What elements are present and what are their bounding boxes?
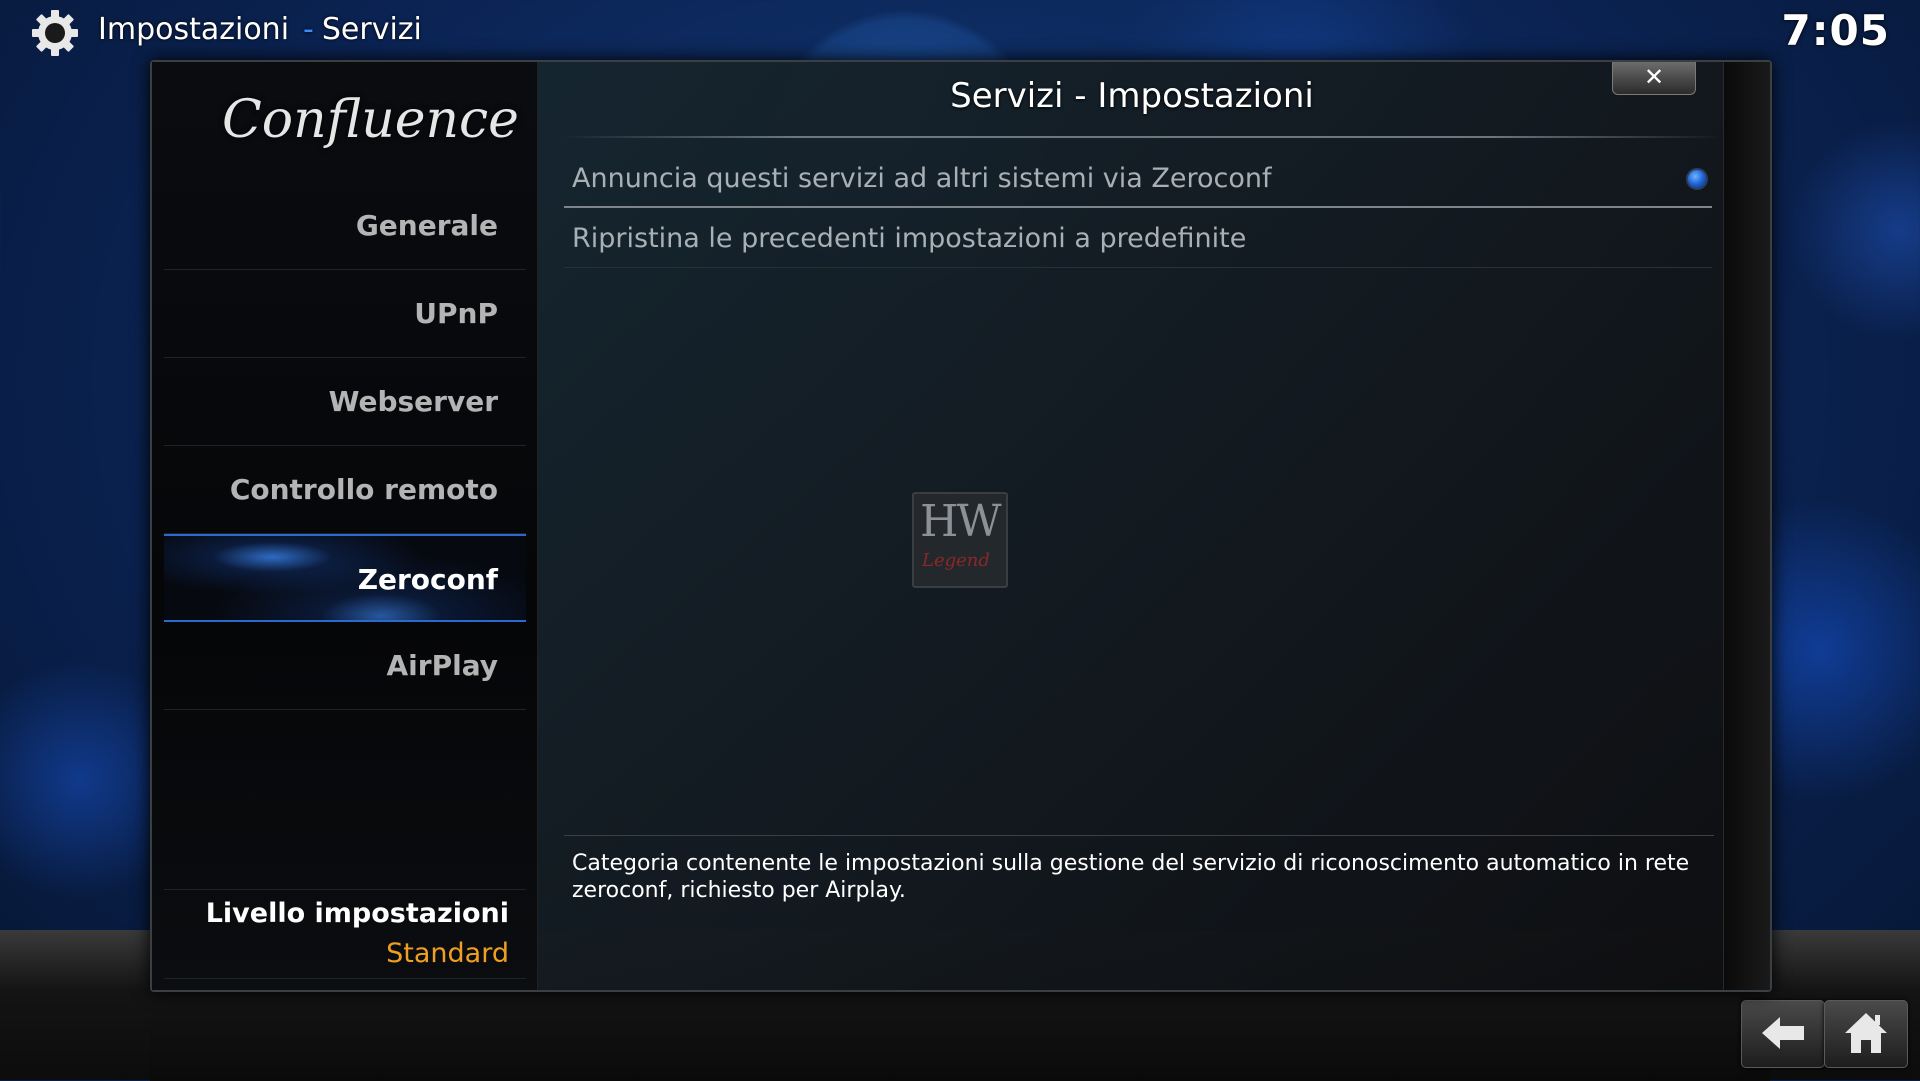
clock: 7:05: [1781, 6, 1890, 55]
back-button[interactable]: [1741, 1000, 1825, 1068]
breadcrumb-page: Servizi: [321, 12, 422, 47]
settings-level-value[interactable]: Standard: [386, 938, 509, 969]
sidebar-item-generale[interactable]: Generale: [164, 182, 526, 270]
setting-label: Annuncia questi servizi ad altri sistemi…: [572, 163, 1272, 194]
breadcrumb-section: Impostazioni: [98, 12, 290, 47]
settings-dialog: Confluence Generale UPnP Webserver Contr…: [150, 60, 1772, 992]
sidebar: Confluence Generale UPnP Webserver Contr…: [152, 62, 538, 990]
watermark-hw-text: HW: [920, 496, 1002, 547]
back-arrow-icon: [1762, 1017, 1804, 1049]
sidebar-item-webserver[interactable]: Webserver: [164, 358, 526, 446]
sidebar-item-airplay[interactable]: AirPlay: [164, 622, 526, 710]
watermark-legend-text: Legend: [922, 550, 990, 571]
setting-label: Ripristina le precedenti impostazioni a …: [572, 223, 1247, 254]
home-button[interactable]: [1824, 1000, 1908, 1068]
bottom-panel: [150, 990, 1770, 1081]
gear-icon: [32, 10, 78, 56]
sidebar-item-controllo-remoto[interactable]: Controllo remoto: [164, 446, 526, 534]
setting-reset-defaults[interactable]: Ripristina le precedenti impostazioni a …: [564, 210, 1712, 268]
setting-description: Categoria contenente le impostazioni sul…: [572, 851, 1690, 903]
sidebar-item-upnp[interactable]: UPnP: [164, 270, 526, 358]
home-icon: [1845, 1013, 1887, 1053]
radio-on-icon[interactable]: [1686, 168, 1708, 190]
divider: [164, 889, 526, 890]
description-divider: [564, 835, 1714, 836]
divider: [164, 978, 526, 979]
settings-level-label[interactable]: Livello impostazioni: [206, 898, 509, 929]
confluence-logo: Confluence: [222, 90, 519, 150]
setting-zeroconf-announce[interactable]: Annuncia questi servizi ad altri sistemi…: [564, 150, 1712, 208]
dialog-title: Servizi - Impostazioni: [950, 76, 1314, 116]
breadcrumb: Impostazioni - Servizi: [98, 10, 422, 50]
title-divider: [562, 136, 1722, 138]
dialog-edge: [1723, 62, 1770, 990]
breadcrumb-separator: -: [303, 12, 314, 47]
hwlegend-watermark: HW Legend: [912, 492, 1008, 588]
sidebar-item-zeroconf[interactable]: Zeroconf: [164, 534, 526, 622]
